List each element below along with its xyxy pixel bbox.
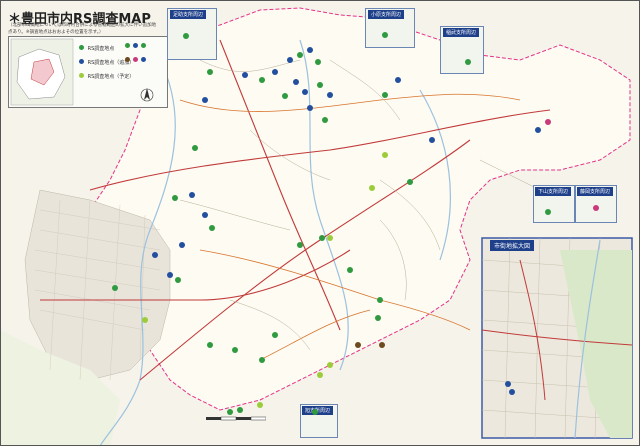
inset-label-asahi: 旭支所周辺 xyxy=(302,406,334,415)
north-arrow-icon xyxy=(140,88,154,102)
inset-label-city: 市街地拡大図 xyxy=(490,240,535,251)
inset-label-shimoyama: 下山支所周辺 xyxy=(535,187,572,196)
inset-label-fujioka: 藤岡支所周辺 xyxy=(577,187,614,196)
yellowgreen-dot-icon xyxy=(79,73,84,78)
legend-item-1: RS調査地点 xyxy=(79,45,114,52)
scale-bar-icon xyxy=(206,416,266,422)
green-dot-icon xyxy=(141,43,146,48)
inset-label-obara: 小原支所周辺 xyxy=(368,10,405,19)
blue-dot-icon xyxy=(133,43,138,48)
map-canvas[interactable]: ＊豊田市内RS調査MAP （北部市山間地については市町村合併による管轄範囲の拡大… xyxy=(0,0,640,446)
map-note: （北部市山間地については市町村合併による管轄範囲の拡大に伴い追加地点あり。※調査… xyxy=(8,23,157,35)
blue-dot-icon xyxy=(79,59,84,64)
magenta-dot-icon xyxy=(133,57,138,62)
brown-dot-icon xyxy=(125,57,130,62)
inset-label-asuke: 足助支所周辺 xyxy=(170,10,207,19)
green-dot-icon xyxy=(79,45,84,50)
inset-label-inabu: 稲武支所周辺 xyxy=(443,28,480,37)
green-dot-icon xyxy=(125,43,130,48)
legend-item-3: RS調査地点（予定） xyxy=(79,73,134,80)
blue-dot-icon xyxy=(141,57,146,62)
